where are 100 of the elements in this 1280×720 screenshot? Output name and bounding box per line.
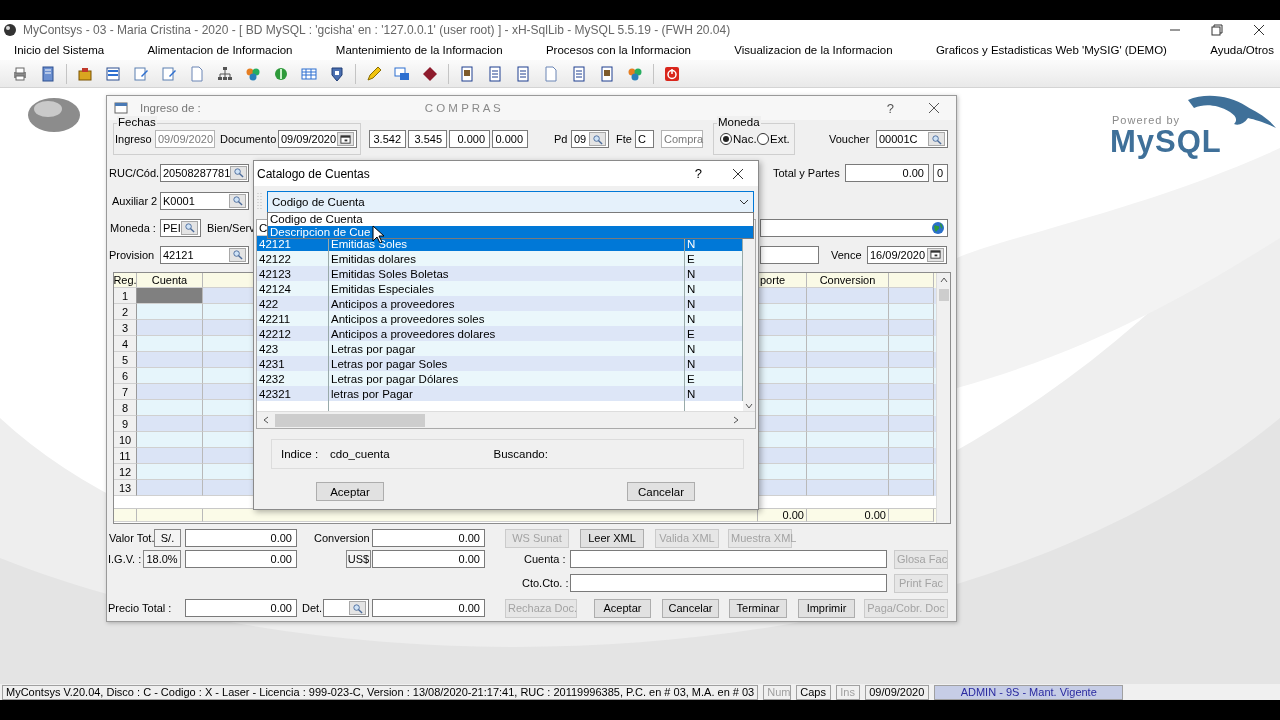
page-icon[interactable]: [189, 65, 205, 82]
list-icon[interactable]: [105, 65, 121, 82]
detraction-field[interactable]: [323, 599, 369, 617]
lookup-button[interactable]: [349, 601, 366, 615]
lookup-button[interactable]: [230, 165, 248, 180]
list-row[interactable]: 423 Letras por pagar N: [257, 341, 743, 356]
close-icon[interactable]: [928, 102, 940, 114]
vertical-scrollbar[interactable]: [743, 220, 755, 412]
list-row[interactable]: 42122 Emitidas dolares E: [257, 251, 743, 266]
edit-icon[interactable]: [161, 65, 177, 82]
radio-button[interactable]: [720, 133, 732, 145]
vertical-scrollbar[interactable]: [936, 273, 950, 523]
amount-field[interactable]: 0.00: [372, 599, 485, 617]
rate-field[interactable]: 0.000: [449, 130, 490, 148]
list-row[interactable]: 42124 Emitidas Especiales N: [257, 281, 743, 296]
list-row[interactable]: 4232 Letras por pagar Dólares E: [257, 371, 743, 386]
restore-icon[interactable]: [1210, 24, 1224, 36]
radio-button[interactable]: [757, 133, 769, 145]
auxiliary-field[interactable]: K0001: [160, 191, 249, 210]
diamond-icon[interactable]: [422, 65, 438, 82]
accept-button[interactable]: Aceptar: [316, 482, 384, 501]
account-field[interactable]: [570, 550, 887, 568]
rate-field[interactable]: 3.545: [408, 130, 447, 148]
amount-field[interactable]: 0.00: [185, 550, 297, 568]
date-field[interactable]: 09/09/2020: [278, 130, 357, 148]
button[interactable]: Imprimir: [798, 598, 855, 618]
power-icon[interactable]: [664, 65, 680, 82]
scrollbar-thumb[interactable]: [275, 413, 425, 427]
list-row[interactable]: 42211 Anticipos a proveedores soles N: [257, 311, 743, 326]
count-field[interactable]: 0: [933, 163, 948, 182]
menu-item[interactable]: Graficos y Estadisticas Web 'MySIG' (DEMO): [935, 43, 1167, 57]
currency-box[interactable]: US$: [346, 550, 371, 568]
notebook-icon[interactable]: [40, 65, 56, 82]
menu-item[interactable]: Ayuda/Otros: [1210, 43, 1274, 57]
help-button[interactable]: ?: [886, 100, 894, 116]
close-icon[interactable]: [732, 167, 744, 180]
scroll-left-icon[interactable]: [261, 415, 271, 426]
column-header[interactable]: C: [259, 221, 268, 234]
provision-field[interactable]: 42121: [160, 245, 249, 264]
report-icon[interactable]: [599, 65, 615, 82]
window-icon[interactable]: [394, 65, 410, 82]
rate-box[interactable]: 18.0%: [143, 550, 181, 568]
document-icon[interactable]: [487, 65, 503, 82]
date-field[interactable]: 16/09/2020: [867, 245, 947, 264]
lookup-button[interactable]: [229, 193, 246, 208]
close-icon[interactable]: [1252, 24, 1266, 36]
document-icon[interactable]: [515, 65, 531, 82]
amount-field[interactable]: 0.00: [372, 550, 485, 568]
calendar-button[interactable]: [927, 247, 944, 262]
text-field[interactable]: [760, 245, 819, 264]
currency-box[interactable]: S/.: [154, 529, 181, 547]
index-dropdown[interactable]: Codigo de Cuenta: [267, 190, 754, 214]
table-cell[interactable]: [807, 480, 889, 496]
printer-icon[interactable]: [12, 65, 28, 82]
button[interactable]: Cancelar: [662, 598, 719, 618]
button[interactable]: Leer XML: [580, 528, 644, 548]
horizontal-scrollbar[interactable]: [257, 411, 755, 428]
list-row[interactable]: 422 Anticipos a proveedores N: [257, 296, 743, 311]
lookup-button[interactable]: [589, 132, 606, 146]
period-field[interactable]: 09: [571, 130, 609, 148]
scroll-up-icon[interactable]: [938, 275, 949, 285]
menu-item[interactable]: Mantenimiento de la Informacion: [335, 43, 503, 57]
menu-item[interactable]: Procesos con la Informacion: [545, 43, 692, 57]
coin-icon[interactable]: [273, 65, 289, 82]
hierarchy-icon[interactable]: [217, 65, 233, 82]
table-cell[interactable]: [137, 480, 203, 496]
amount-field[interactable]: 0.00: [185, 599, 297, 617]
calendar-button[interactable]: [337, 132, 354, 146]
voucher-field[interactable]: 00001C: [876, 130, 948, 148]
amount-field[interactable]: 0.00: [185, 529, 297, 547]
source-field[interactable]: C: [635, 130, 654, 148]
help-button[interactable]: ?: [694, 166, 702, 181]
pencil-icon[interactable]: [366, 65, 382, 82]
dropdown-option[interactable]: Descripcion de Cue: [268, 225, 753, 238]
table-cell[interactable]: [137, 288, 203, 304]
rate-field[interactable]: 0.000: [492, 130, 528, 148]
globe-icon[interactable]: [931, 220, 945, 235]
lookup-button[interactable]: [181, 220, 198, 235]
list-row[interactable]: 4231 Letras por pagar Soles N: [257, 356, 743, 371]
menu-item[interactable]: Inicio del Sistema: [14, 43, 105, 57]
document-icon[interactable]: [571, 65, 587, 82]
lookup-button[interactable]: [928, 132, 945, 146]
list-row[interactable]: 42321 letras por Pagar N: [257, 386, 743, 401]
cost-center-field[interactable]: [570, 574, 887, 592]
list-row[interactable]: 42212 Anticipos a proveedores dolares E: [257, 326, 743, 341]
scroll-right-icon[interactable]: [731, 415, 741, 426]
menu-item[interactable]: Alimentacion de Informacion: [147, 43, 293, 57]
menu-item[interactable]: Visualizacion de la Informacion: [734, 43, 893, 57]
cancel-button[interactable]: Cancelar: [627, 482, 695, 501]
button[interactable]: Terminar: [729, 598, 787, 618]
ruc-field[interactable]: 20508287781: [160, 163, 249, 182]
table-icon[interactable]: [301, 65, 317, 82]
button[interactable]: Aceptar: [594, 598, 651, 618]
scrollbar-thumb[interactable]: [938, 289, 949, 301]
edit-icon[interactable]: [133, 65, 149, 82]
shield-icon[interactable]: [329, 65, 345, 82]
description-field[interactable]: [760, 218, 948, 237]
dropdown-option[interactable]: Codigo de Cuenta: [268, 213, 753, 226]
currency-field[interactable]: PEI: [160, 218, 201, 237]
list-row[interactable]: 42123 Emitidas Soles Boletas N: [257, 266, 743, 281]
